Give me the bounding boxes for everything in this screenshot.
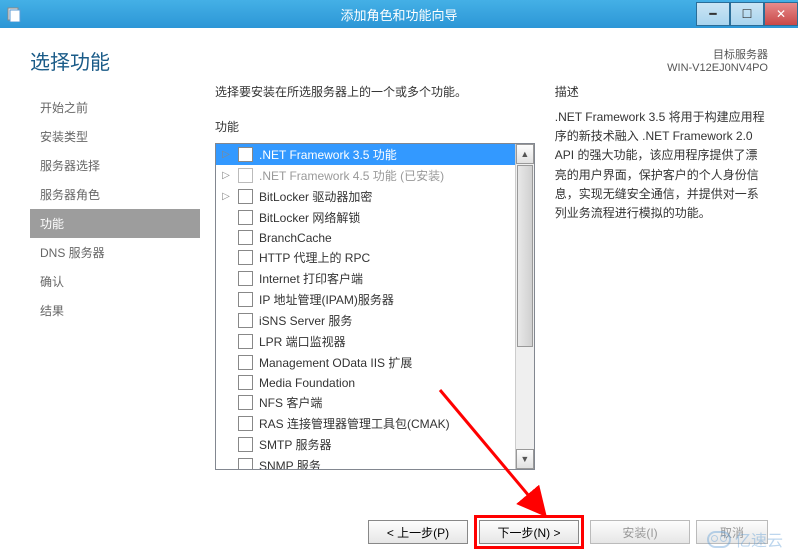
feature-item[interactable]: HTTP 代理上的 RPC xyxy=(216,247,515,268)
feature-item[interactable]: RAS 连接管理器管理工具包(CMAK) xyxy=(216,413,515,434)
wizard-nav: 开始之前安装类型服务器选择服务器角色功能DNS 服务器确认结果 xyxy=(30,83,200,470)
features-heading: 功能 xyxy=(215,118,535,135)
feature-checkbox[interactable] xyxy=(238,313,253,328)
feature-item[interactable]: LPR 端口监视器 xyxy=(216,331,515,352)
feature-item[interactable]: IP 地址管理(IPAM)服务器 xyxy=(216,289,515,310)
nav-item-5[interactable]: DNS 服务器 xyxy=(30,238,200,267)
feature-item[interactable]: Internet 打印客户端 xyxy=(216,268,515,289)
maximize-button[interactable]: ☐ xyxy=(730,2,764,26)
nav-item-3[interactable]: 服务器角色 xyxy=(30,180,200,209)
watermark-icon xyxy=(707,531,731,548)
window-title: 添加角色和功能向导 xyxy=(340,5,457,24)
scroll-down-button[interactable]: ▼ xyxy=(516,449,534,469)
nav-item-7[interactable]: 结果 xyxy=(30,296,200,325)
nav-item-0[interactable]: 开始之前 xyxy=(30,93,200,122)
feature-item[interactable]: ▷ .NET Framework 4.5 功能 (已安装) xyxy=(216,165,515,186)
feature-item[interactable]: SMTP 服务器 xyxy=(216,434,515,455)
nav-item-2[interactable]: 服务器选择 xyxy=(30,151,200,180)
wizard-icon xyxy=(0,0,28,28)
page-title: 选择功能 xyxy=(30,46,110,75)
expander-icon[interactable]: ▷ xyxy=(220,191,232,202)
scroll-up-button[interactable]: ▲ xyxy=(516,144,534,164)
features-listbox[interactable]: ▷ .NET Framework 3.5 功能 ▷ .NET Framework 4.… xyxy=(215,143,535,470)
feature-label: .NET Framework 4.5 功能 (已安装) xyxy=(259,167,444,184)
feature-label: BitLocker 网络解锁 xyxy=(259,209,360,226)
feature-label: LPR 端口监视器 xyxy=(259,333,346,350)
feature-checkbox[interactable] xyxy=(238,210,253,225)
feature-label: SNMP 服务 xyxy=(259,457,321,469)
feature-item[interactable]: Media Foundation xyxy=(216,373,515,392)
feature-checkbox[interactable] xyxy=(238,437,253,452)
wizard-header: 选择功能 目标服务器 WIN-V12EJ0NV4PO xyxy=(0,28,798,83)
feature-item[interactable]: Management OData IIS 扩展 xyxy=(216,352,515,373)
scrollbar[interactable]: ▲ ▼ xyxy=(515,144,534,469)
feature-label: Media Foundation xyxy=(259,376,355,390)
intro-text: 选择要安装在所选服务器上的一个或多个功能。 xyxy=(215,83,535,100)
feature-checkbox[interactable] xyxy=(238,250,253,265)
next-button[interactable]: 下一步(N) > xyxy=(479,520,579,544)
feature-checkbox[interactable] xyxy=(238,230,253,245)
feature-item[interactable]: ▷ BitLocker 驱动器加密 xyxy=(216,186,515,207)
watermark: 亿速云 xyxy=(707,527,783,551)
nav-item-6[interactable]: 确认 xyxy=(30,267,200,296)
feature-label: .NET Framework 3.5 功能 xyxy=(259,146,397,163)
description-text: .NET Framework 3.5 将用于构建应用程序的新技术融入 .NET … xyxy=(555,108,768,223)
expander-icon[interactable]: ▷ xyxy=(220,170,232,181)
feature-label: HTTP 代理上的 RPC xyxy=(259,249,370,266)
feature-label: NFS 客户端 xyxy=(259,394,322,411)
scroll-thumb[interactable] xyxy=(517,165,533,347)
description-heading: 描述 xyxy=(555,83,768,100)
titlebar: 添加角色和功能向导 ━ ☐ ✕ xyxy=(0,0,798,28)
feature-checkbox[interactable] xyxy=(238,271,253,286)
feature-checkbox[interactable] xyxy=(238,395,253,410)
feature-label: Internet 打印客户端 xyxy=(259,270,363,287)
feature-checkbox[interactable] xyxy=(238,375,253,390)
feature-checkbox[interactable] xyxy=(238,355,253,370)
feature-checkbox[interactable] xyxy=(238,147,253,162)
feature-checkbox[interactable] xyxy=(238,458,253,469)
feature-item[interactable]: ▷ .NET Framework 3.5 功能 xyxy=(216,144,515,165)
install-button[interactable]: 安装(I) xyxy=(590,520,690,544)
target-server-label: 目标服务器 xyxy=(667,46,768,62)
feature-item[interactable]: NFS 客户端 xyxy=(216,392,515,413)
feature-item[interactable]: BitLocker 网络解锁 xyxy=(216,207,515,228)
feature-checkbox xyxy=(238,168,253,183)
feature-label: RAS 连接管理器管理工具包(CMAK) xyxy=(259,415,450,432)
feature-label: SMTP 服务器 xyxy=(259,436,331,453)
expander-icon[interactable]: ▷ xyxy=(220,149,232,160)
minimize-button[interactable]: ━ xyxy=(696,2,730,26)
feature-checkbox[interactable] xyxy=(238,189,253,204)
nav-item-1[interactable]: 安装类型 xyxy=(30,122,200,151)
feature-item[interactable]: SNMP 服务 xyxy=(216,455,515,469)
feature-label: iSNS Server 服务 xyxy=(259,312,352,329)
nav-item-4[interactable]: 功能 xyxy=(30,209,200,238)
feature-label: Management OData IIS 扩展 xyxy=(259,354,412,371)
feature-label: BitLocker 驱动器加密 xyxy=(259,188,372,205)
feature-item[interactable]: iSNS Server 服务 xyxy=(216,310,515,331)
feature-checkbox[interactable] xyxy=(238,292,253,307)
feature-label: IP 地址管理(IPAM)服务器 xyxy=(259,291,394,308)
target-server-value: WIN-V12EJ0NV4PO xyxy=(667,62,768,74)
close-button[interactable]: ✕ xyxy=(764,2,798,26)
feature-checkbox[interactable] xyxy=(238,416,253,431)
feature-label: BranchCache xyxy=(259,231,332,245)
feature-checkbox[interactable] xyxy=(238,334,253,349)
annotation-highlight: 下一步(N) > xyxy=(474,515,584,549)
prev-button[interactable]: < 上一步(P) xyxy=(368,520,468,544)
feature-item[interactable]: BranchCache xyxy=(216,228,515,247)
